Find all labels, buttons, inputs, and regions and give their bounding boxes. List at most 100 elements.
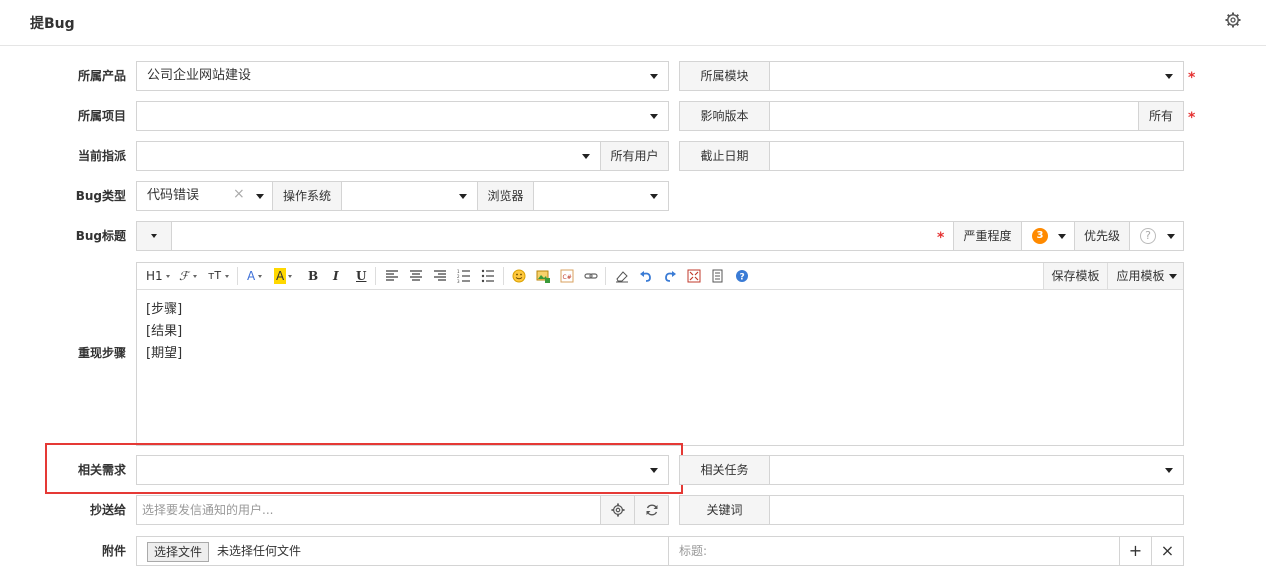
apply-template-button[interactable]: 应用模板 (1107, 263, 1183, 289)
heading-button[interactable]: H1 (146, 268, 163, 284)
align-center-icon[interactable] (409, 269, 423, 283)
task-select[interactable] (769, 455, 1184, 485)
gear-icon (611, 503, 625, 517)
remove-file-button[interactable]: × (1151, 536, 1184, 566)
steps-content[interactable]: [步骤] [结果] [期望] (146, 299, 182, 365)
title-input[interactable] (171, 221, 954, 251)
italic-button[interactable]: I (333, 268, 339, 284)
steps-editor[interactable]: H1 ℱ тT A A B I U 123 C# ? 保存模板 应用模板 [步骤… (136, 262, 1184, 446)
project-select[interactable] (136, 101, 669, 131)
chevron-down-icon (1165, 74, 1173, 79)
link-icon[interactable] (584, 269, 598, 283)
svg-text:C#: C# (563, 274, 572, 281)
keywords-input[interactable] (769, 495, 1184, 525)
severity-label: 严重程度 (953, 221, 1022, 251)
add-file-button[interactable]: + (1119, 536, 1152, 566)
priority-select[interactable]: ? (1129, 221, 1184, 251)
steps-line: [步骤] (146, 302, 183, 317)
chevron-down-icon (193, 275, 197, 278)
module-label: 所属模块 (679, 61, 770, 91)
steps-line: [结果] (146, 324, 183, 339)
chevron-down-icon (256, 194, 264, 199)
editor-toolbar: H1 ℱ тT A A B I U 123 C# ? 保存模板 应用模板 (137, 263, 1183, 290)
assign-select[interactable] (136, 141, 601, 171)
steps-line: [期望] (146, 346, 183, 361)
build-label: 影响版本 (679, 101, 770, 131)
os-label: 操作系统 (272, 181, 342, 211)
chevron-down-icon (288, 275, 292, 278)
gear-icon[interactable] (1225, 12, 1241, 28)
source-icon[interactable] (711, 269, 725, 283)
redo-icon[interactable] (663, 269, 677, 283)
module-select[interactable] (769, 61, 1184, 91)
deadline-input[interactable] (769, 141, 1184, 171)
product-label: 所属产品 (77, 69, 126, 83)
font-size-button[interactable]: тT (208, 268, 221, 284)
background-color-button[interactable]: A (274, 268, 287, 284)
chevron-down-icon (225, 275, 229, 278)
chevron-down-icon (1165, 468, 1173, 473)
project-label: 所属项目 (77, 109, 126, 123)
deadline-label: 截止日期 (679, 141, 770, 171)
title-color-picker[interactable] (136, 221, 172, 251)
font-family-button[interactable]: ℱ (179, 268, 188, 284)
bold-button[interactable]: B (308, 268, 318, 284)
chevron-down-icon (1167, 234, 1175, 239)
page-header: 提Bug (0, 0, 1266, 46)
code-icon[interactable]: C# (560, 269, 574, 283)
mailto-label: 抄送给 (89, 503, 126, 517)
severity-select[interactable]: 3 (1021, 221, 1075, 251)
file-title-input[interactable]: 标题: (668, 536, 1120, 566)
chevron-down-icon (650, 194, 658, 199)
svg-text:3: 3 (457, 279, 460, 283)
underline-button[interactable]: U (356, 268, 366, 284)
build-select[interactable] (769, 101, 1139, 131)
browser-select[interactable] (533, 181, 669, 211)
os-select[interactable] (341, 181, 478, 211)
choose-file-button[interactable]: 选择文件 (147, 542, 210, 562)
build-all-button[interactable]: 所有 (1138, 101, 1184, 131)
product-select[interactable]: 公司企业网站建设 (136, 61, 669, 91)
priority-badge: ? (1140, 228, 1156, 244)
file-input[interactable]: 选择文件 未选择任何文件 (136, 536, 669, 566)
eraser-icon[interactable] (615, 269, 629, 283)
severity-badge: 3 (1032, 228, 1048, 244)
unordered-list-icon[interactable] (481, 269, 495, 283)
chevron-down-icon (650, 74, 658, 79)
save-template-button[interactable]: 保存模板 (1043, 263, 1107, 289)
mailto-input[interactable]: 选择要发信通知的用户... (136, 495, 601, 525)
no-file-text: 未选择任何文件 (217, 544, 302, 558)
align-left-icon[interactable] (385, 269, 399, 283)
undo-icon[interactable] (639, 269, 653, 283)
image-icon[interactable] (536, 269, 550, 283)
fullscreen-icon[interactable] (687, 269, 701, 283)
svg-text:?: ? (740, 273, 745, 283)
type-value: 代码错误 (147, 188, 200, 203)
required-mark: * (1188, 70, 1196, 86)
assign-label: 当前指派 (77, 149, 126, 163)
type-label: Bug类型 (75, 189, 126, 203)
chevron-down-icon (582, 154, 590, 159)
chevron-down-icon (650, 114, 658, 119)
ordered-list-icon[interactable]: 123 (457, 269, 471, 283)
help-icon[interactable]: ? (735, 269, 749, 283)
apply-template-label: 应用模板 (1116, 269, 1165, 283)
keywords-label: 关键词 (679, 495, 770, 525)
emoji-icon[interactable] (512, 269, 526, 283)
task-label: 相关任务 (679, 455, 770, 485)
align-right-icon[interactable] (433, 269, 447, 283)
clear-icon[interactable]: × (233, 186, 245, 202)
all-users-button[interactable]: 所有用户 (600, 141, 669, 171)
chevron-down-icon (258, 275, 262, 278)
mailto-settings-button[interactable] (600, 495, 635, 525)
steps-label: 重现步骤 (77, 346, 126, 360)
font-color-button[interactable]: A (247, 268, 255, 284)
files-label: 附件 (101, 544, 126, 558)
priority-label: 优先级 (1074, 221, 1130, 251)
highlight-box (45, 443, 683, 494)
refresh-icon (646, 504, 658, 516)
type-select[interactable]: 代码错误 × (136, 181, 273, 211)
mailto-refresh-button[interactable] (634, 495, 669, 525)
title-label: Bug标题 (75, 229, 126, 243)
chevron-down-icon (459, 194, 467, 199)
